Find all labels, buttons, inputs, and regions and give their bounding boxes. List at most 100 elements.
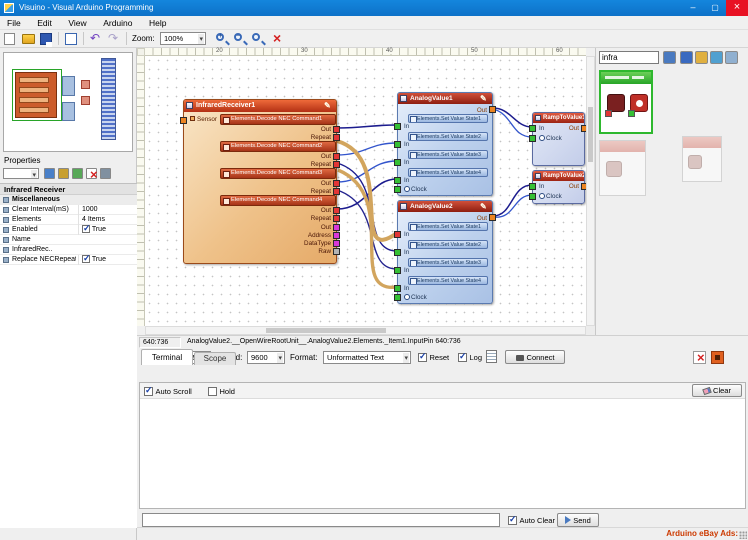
wire[interactable] [493, 109, 532, 137]
property-row-clear-interval[interactable]: Clear Interval(mS) 1000 [0, 205, 137, 215]
element-decode-nec-1[interactable]: Elements.Decode NEC Command1 [220, 114, 336, 125]
in-pin[interactable] [529, 125, 536, 132]
grid-view-icon[interactable] [65, 33, 77, 45]
element-set-value-4[interactable]: Elements.Set Value State4 [408, 168, 488, 177]
block-ramp-to-value-1[interactable]: RampToValue1 In Out Clock [532, 112, 585, 166]
auto-scroll-checkbox[interactable] [144, 387, 153, 396]
user-filter-icon[interactable] [680, 51, 693, 64]
scrollbar-thumb[interactable] [266, 328, 386, 333]
edit-icon[interactable] [480, 93, 490, 103]
connect-button[interactable]: Connect [505, 350, 565, 364]
search-icon[interactable] [663, 51, 676, 64]
tab-scope[interactable]: Scope [194, 352, 236, 365]
clock-pin[interactable] [394, 294, 401, 301]
wire-bundle[interactable] [337, 141, 397, 240]
wire[interactable] [337, 125, 397, 128]
property-filter-select[interactable] [3, 168, 39, 179]
horizontal-scrollbar[interactable] [145, 326, 586, 335]
in-pin-highlighted[interactable] [394, 231, 401, 238]
wire[interactable] [337, 143, 397, 155]
maximize-button[interactable] [704, 0, 726, 16]
zoom-in-icon[interactable] [214, 31, 230, 47]
enabled-checkbox[interactable] [82, 225, 90, 233]
component-card-disabled[interactable] [682, 136, 722, 182]
speed-select[interactable]: 9600 [247, 351, 285, 364]
component-card-disabled[interactable] [599, 140, 646, 196]
scrollbar-thumb[interactable] [588, 107, 593, 162]
in-pin[interactable] [394, 141, 401, 148]
undo-icon[interactable] [88, 31, 104, 47]
menu-arduino[interactable]: Arduino [96, 16, 139, 30]
block-header[interactable]: RampToValue1 [533, 113, 584, 123]
wire-bundle[interactable] [338, 170, 397, 287]
element-set-value-1[interactable]: Elements.Set Value State1 [408, 222, 488, 231]
element-decode-nec-4[interactable]: Elements.Decode NEC Command4 [220, 195, 336, 206]
log-file-icon[interactable] [486, 350, 497, 363]
menu-edit[interactable]: Edit [30, 16, 59, 30]
out-pin[interactable] [333, 126, 340, 133]
element-set-value-2[interactable]: Elements.Set Value State2 [408, 132, 488, 141]
block-header[interactable]: AnalogValue2 [398, 201, 492, 212]
out-pin[interactable] [489, 214, 496, 221]
open-folder-icon[interactable] [20, 31, 36, 47]
delete-icon[interactable] [270, 31, 286, 47]
categorized-icon[interactable] [44, 168, 55, 179]
menu-help[interactable]: Help [142, 16, 173, 30]
folder-view-icon[interactable] [695, 51, 708, 64]
block-header[interactable]: RampToValue2 [533, 171, 584, 181]
zoom-fit-icon[interactable] [250, 31, 266, 47]
minimize-button[interactable] [682, 0, 704, 16]
in-pin[interactable] [394, 267, 401, 274]
element-set-value-3[interactable]: Elements.Set Value State3 [408, 150, 488, 159]
element-set-value-2[interactable]: Elements.Set Value State2 [408, 240, 488, 249]
replace-nec-checkbox[interactable] [82, 255, 90, 263]
in-pin[interactable] [394, 249, 401, 256]
in-pin[interactable] [394, 177, 401, 184]
out-pin[interactable] [333, 207, 340, 214]
wire[interactable] [493, 108, 532, 127]
element-set-value-3[interactable]: Elements.Set Value State3 [408, 258, 488, 267]
out-pin[interactable] [333, 180, 340, 187]
element-decode-nec-3[interactable]: Elements.Decode NEC Command3 [220, 168, 336, 179]
wire[interactable] [337, 190, 397, 269]
datatype-pin[interactable] [333, 240, 340, 247]
zoom-select[interactable]: 100% [160, 32, 206, 45]
property-row-elements[interactable]: Elements 4 Items [0, 215, 137, 225]
element-set-value-1[interactable]: Elements.Set Value State1 [408, 114, 488, 123]
element-decode-nec-2[interactable]: Elements.Decode NEC Command2 [220, 141, 336, 152]
element-set-value-4[interactable]: Elements.Set Value State4 [408, 276, 488, 285]
send-input[interactable] [142, 513, 500, 527]
out-pin[interactable] [489, 106, 496, 113]
repeat-pin[interactable] [333, 188, 340, 195]
repeat-pin[interactable] [333, 161, 340, 168]
design-minimap[interactable] [3, 52, 133, 152]
menu-view[interactable]: View [61, 16, 93, 30]
block-infrared-receiver[interactable]: InfraredReceiver1 Sensor Elements.Decode… [183, 99, 337, 264]
expand-all-icon[interactable] [72, 168, 83, 179]
redo-icon[interactable] [106, 31, 122, 47]
in-pin[interactable] [529, 183, 536, 190]
component-search-input[interactable] [599, 51, 659, 64]
block-header[interactable]: InfraredReceiver1 [184, 100, 336, 112]
block-header[interactable]: AnalogValue1 [398, 93, 492, 104]
close-button[interactable] [726, 0, 748, 16]
save-icon[interactable] [38, 31, 54, 47]
category-view-icon[interactable] [725, 51, 738, 64]
alphabetical-icon[interactable] [58, 168, 69, 179]
wire[interactable] [493, 185, 532, 216]
menu-file[interactable]: File [0, 16, 28, 30]
auto-clear-checkbox[interactable] [508, 516, 517, 525]
property-row-category[interactable]: Miscellaneous [0, 195, 137, 205]
property-row-name[interactable]: Name [0, 235, 137, 245]
clock-pin[interactable] [529, 135, 536, 142]
address-pin[interactable] [333, 232, 340, 239]
out-pin[interactable] [333, 224, 340, 231]
terminal-output[interactable] [140, 399, 745, 508]
in-pin[interactable] [394, 285, 401, 292]
sensor-pin[interactable] [180, 117, 187, 124]
new-project-icon[interactable] [2, 31, 18, 47]
clock-pin[interactable] [394, 186, 401, 193]
edit-icon[interactable] [324, 100, 334, 110]
design-canvas[interactable]: InfraredReceiver1 Sensor Elements.Decode… [145, 56, 586, 326]
vertical-scrollbar[interactable] [586, 56, 595, 326]
